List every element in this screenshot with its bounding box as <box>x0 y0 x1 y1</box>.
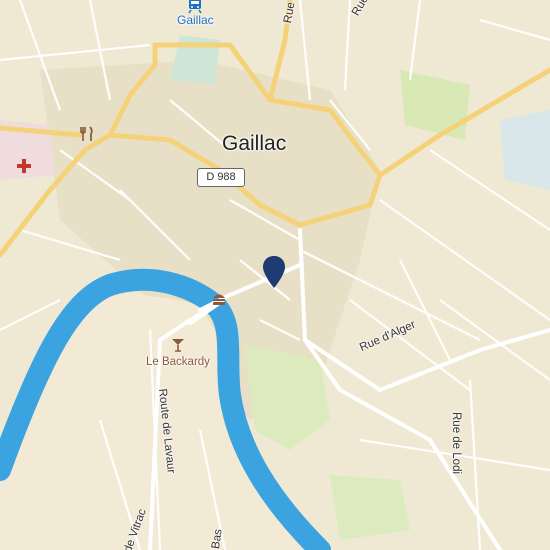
hospital-icon[interactable] <box>16 158 32 174</box>
industrial-zone <box>500 110 550 190</box>
train-station-icon[interactable] <box>186 0 204 14</box>
restaurant-icon[interactable] <box>80 126 94 142</box>
fast-food-icon[interactable] <box>211 292 227 306</box>
location-pin-icon[interactable] <box>262 255 286 289</box>
bar-icon[interactable] <box>170 337 186 353</box>
town-label: Gaillac <box>222 132 287 155</box>
station-label: Gaillac <box>177 13 214 27</box>
street-label-rue-de-lodi: Rue de Lodi <box>450 412 462 475</box>
poi-label-le-backardy[interactable]: Le Backardy <box>146 356 210 368</box>
map-view[interactable]: Gaillac D 988 Rue d'Alger Rue de Lodi Ro… <box>0 0 550 550</box>
south-park <box>330 475 410 540</box>
road-shield-d988: D 988 <box>197 168 245 187</box>
